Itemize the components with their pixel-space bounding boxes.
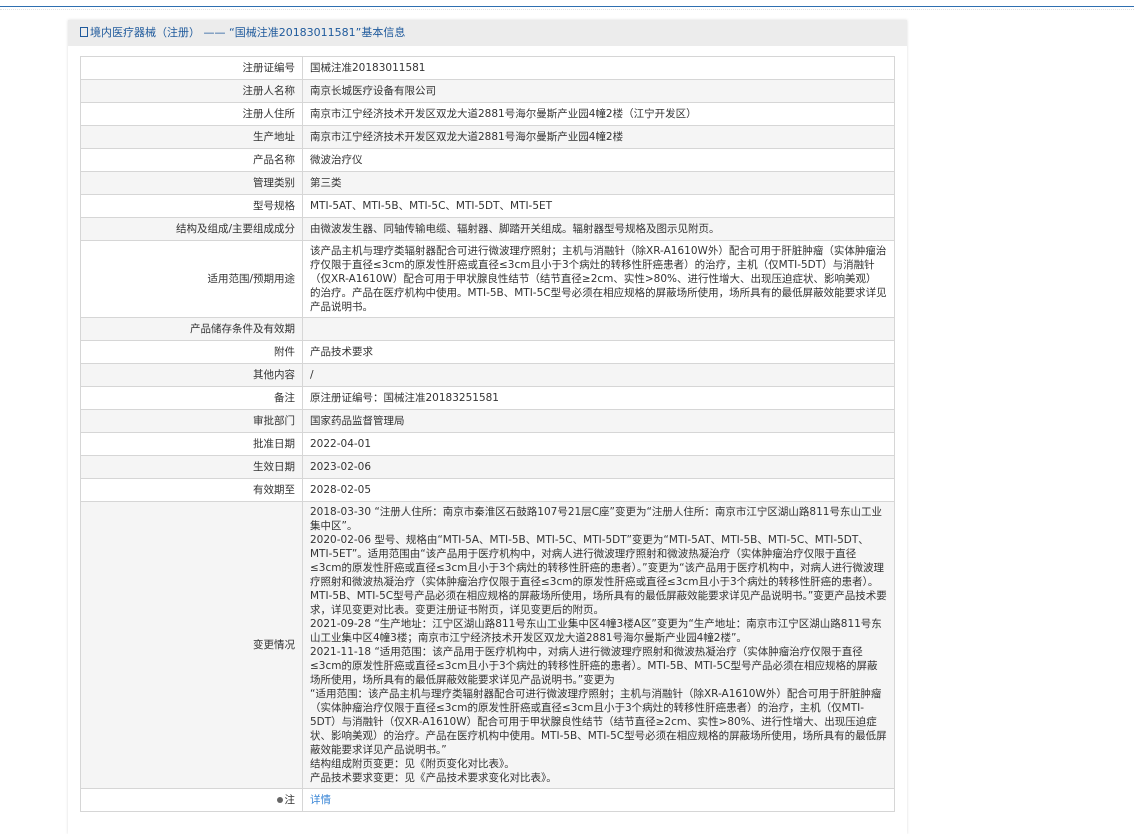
row-label: 注册证编号 (80, 56, 303, 80)
table-row: 备注 原注册证编号：国械注准20183251581 (80, 386, 895, 410)
row-label: 生产地址 (80, 125, 303, 149)
row-value: 南京市江宁经济技术开发区双龙大道2881号海尔曼斯产业园4幢2楼 (302, 125, 895, 149)
row-value: 详情 (302, 788, 895, 812)
pin-icon (276, 797, 283, 803)
table-row-note: 注 详情 (80, 788, 895, 812)
row-label: 其他内容 (80, 363, 303, 387)
details-link[interactable]: 详情 (310, 794, 331, 806)
row-label: 注册人住所 (80, 102, 303, 126)
row-value: 南京长城医疗设备有限公司 (302, 79, 895, 103)
row-label: 结构及组成/主要组成成分 (80, 217, 303, 241)
row-label: 审批部门 (80, 409, 303, 433)
row-value: 由微波发生器、同轴传输电缆、辐射器、脚踏开关组成。辐射器型号规格及图示见附页。 (302, 217, 895, 241)
row-value: 微波治疗仪 (302, 148, 895, 172)
row-label: 有效期至 (80, 478, 303, 502)
table-row: 其他内容 / (80, 363, 895, 387)
table-row: 注册证编号 国械注准20183011581 (80, 56, 895, 80)
top-divider (0, 6, 1134, 7)
table-row: 适用范围/预期用途 该产品主机与理疗类辐射器配合可进行微波理疗照射；主机与消融针（… (80, 240, 895, 318)
table-row-changes: 变更情况 2018-03-30 “注册人住所：南京市秦淮区石鼓路107号21层C… (80, 501, 895, 789)
row-label: 注 (80, 788, 303, 812)
table-row: 产品储存条件及有效期 (80, 317, 895, 341)
table-row: 注册人名称 南京长城医疗设备有限公司 (80, 79, 895, 103)
row-label: 生效日期 (80, 455, 303, 479)
row-value: 国家药品监督管理局 (302, 409, 895, 433)
table-row: 结构及组成/主要组成成分 由微波发生器、同轴传输电缆、辐射器、脚踏开关组成。辐射器… (80, 217, 895, 241)
info-table: 注册证编号 国械注准20183011581 注册人名称 南京长城医疗设备有限公司 注册人… (80, 56, 895, 812)
row-label: 型号规格 (80, 194, 303, 218)
row-label: 附件 (80, 340, 303, 364)
panel-header: 境内医疗器械（注册） —— “国械注准20183011581”基本信息 (68, 20, 907, 46)
row-value: 产品技术要求 (302, 340, 895, 364)
change-line: 2020-02-06 型号、规格由“MTI-5A、MTI-5B、MTI-5C、M… (310, 534, 887, 616)
table-row: 管理类别 第三类 (80, 171, 895, 195)
change-line: 2021-11-18 “适用范围：该产品用于医疗机构中，对病人进行微波理疗照射和… (310, 646, 878, 686)
change-line: “适用范围：该产品主机与理疗类辐射器配合可进行微波理疗照射；主机与消融针（除XR… (310, 688, 887, 756)
panel-title: 境内医疗器械（注册） —— “国械注准20183011581”基本信息 (90, 26, 406, 39)
row-label: 管理类别 (80, 171, 303, 195)
table-row: 产品名称 微波治疗仪 (80, 148, 895, 172)
row-value: MTI-5AT、MTI-5B、MTI-5C、MTI-5DT、MTI-5ET (302, 194, 895, 218)
note-label: 注 (284, 794, 296, 806)
change-line: 结构组成附页变更：见《附页变化对比表》。 (310, 758, 515, 770)
row-label: 注册人名称 (80, 79, 303, 103)
row-value: 第三类 (302, 171, 895, 195)
row-value: 2028-02-05 (302, 478, 895, 502)
row-value: 南京市江宁经济技术开发区双龙大道2881号海尔曼斯产业园4幢2楼（江宁开发区） (302, 102, 895, 126)
table-row: 附件 产品技术要求 (80, 340, 895, 364)
change-line: 2018-03-30 “注册人住所：南京市秦淮区石鼓路107号21层C座”变更为… (310, 506, 882, 532)
row-label: 变更情况 (80, 501, 303, 789)
table-row: 生产地址 南京市江宁经济技术开发区双龙大道2881号海尔曼斯产业园4幢2楼 (80, 125, 895, 149)
change-line: 2021-09-28 “生产地址：江宁区湖山路811号东山工业集中区4幢3楼A区… (310, 618, 882, 644)
table-row: 注册人住所 南京市江宁经济技术开发区双龙大道2881号海尔曼斯产业园4幢2楼（江宁… (80, 102, 895, 126)
row-value: / (302, 363, 895, 387)
change-line: 产品技术要求变更：见《产品技术要求变化对比表》。 (310, 772, 557, 784)
row-value: 原注册证编号：国械注准20183251581 (302, 386, 895, 410)
document-icon (80, 27, 88, 37)
table-row: 有效期至 2028-02-05 (80, 478, 895, 502)
row-label: 备注 (80, 386, 303, 410)
row-value (302, 317, 895, 341)
row-value: 2022-04-01 (302, 432, 895, 456)
row-label: 批准日期 (80, 432, 303, 456)
row-value: 该产品主机与理疗类辐射器配合可进行微波理疗照射；主机与消融针（除XR-A1610… (302, 240, 895, 318)
row-label: 产品名称 (80, 148, 303, 172)
row-value: 国械注准20183011581 (302, 56, 895, 80)
changes-value: 2018-03-30 “注册人住所：南京市秦淮区石鼓路107号21层C座”变更为… (302, 501, 895, 789)
table-row: 审批部门 国家药品监督管理局 (80, 409, 895, 433)
table-row: 生效日期 2023-02-06 (80, 455, 895, 479)
dotted-divider (0, 9, 1134, 11)
row-label: 适用范围/预期用途 (80, 240, 303, 318)
detail-panel: 境内医疗器械（注册） —— “国械注准20183011581”基本信息 注册证编… (68, 20, 907, 834)
row-value: 2023-02-06 (302, 455, 895, 479)
row-label: 产品储存条件及有效期 (80, 317, 303, 341)
table-row: 型号规格 MTI-5AT、MTI-5B、MTI-5C、MTI-5DT、MTI-5E… (80, 194, 895, 218)
table-row: 批准日期 2022-04-01 (80, 432, 895, 456)
